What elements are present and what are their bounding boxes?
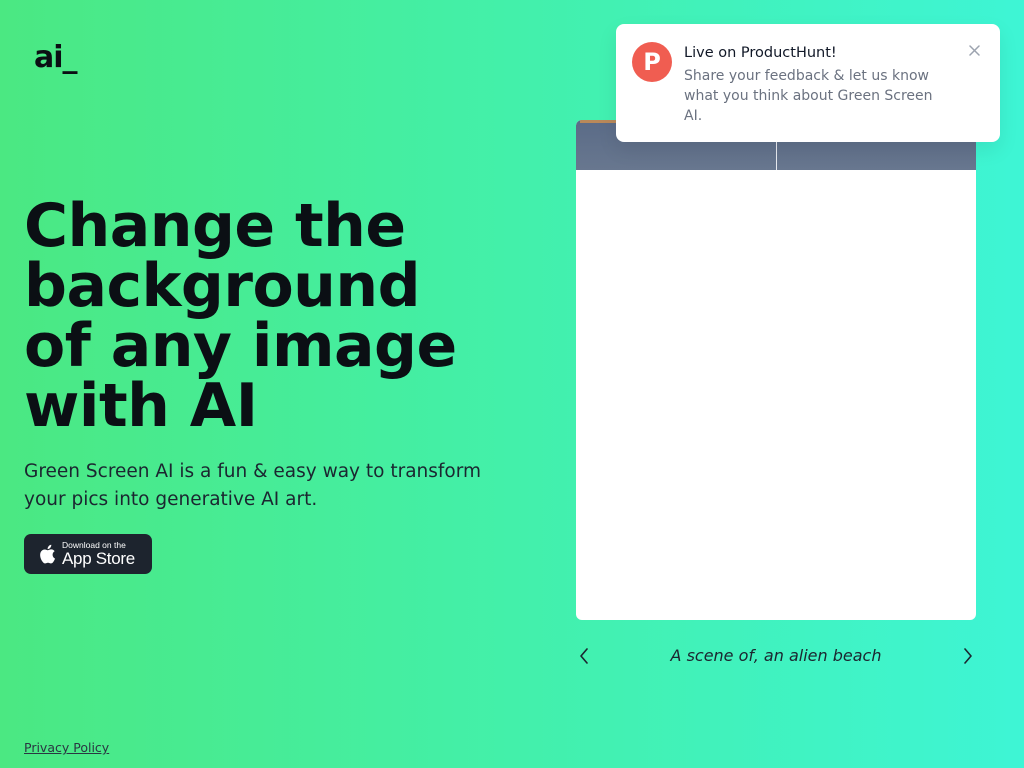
apple-icon — [40, 544, 56, 564]
hero-headline: Change the background of any image with … — [24, 191, 457, 441]
producthunt-notification: P Live on ProductHunt! Share your feedba… — [616, 24, 1000, 142]
privacy-policy-link[interactable]: Privacy Policy — [24, 740, 109, 756]
chevron-right-icon — [964, 648, 972, 664]
notification-close-button[interactable] — [964, 40, 984, 60]
app-store-big-text: App Store — [62, 549, 135, 568]
carousel-caption: A scene of, an alien beach — [670, 646, 882, 665]
carousel-next-button[interactable] — [958, 646, 978, 666]
carousel-controls: A scene of, an alien beach — [576, 640, 976, 672]
image-preview-card — [576, 120, 976, 620]
producthunt-icon: P — [632, 42, 672, 82]
hero-subtitle: Green Screen AI is a fun & easy way to t… — [24, 461, 482, 510]
notification-title: Live on ProductHunt! — [684, 45, 837, 61]
app-store-button[interactable]: Download on the App Store — [24, 534, 152, 574]
notification-message: Share your feedback & let us know what y… — [684, 68, 933, 124]
image-accent — [580, 120, 616, 123]
close-icon — [968, 44, 980, 56]
logo[interactable]: ai_ — [34, 40, 78, 76]
